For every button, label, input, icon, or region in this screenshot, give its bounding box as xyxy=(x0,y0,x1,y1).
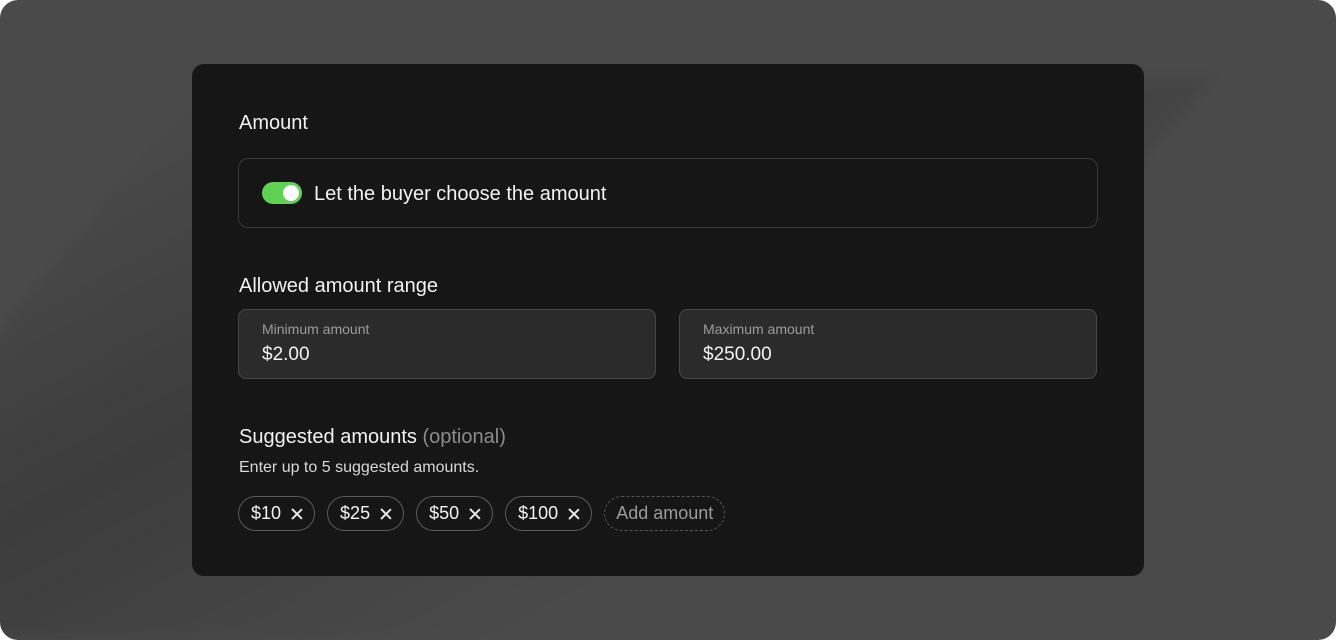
amount-chip: $100 xyxy=(505,496,593,531)
amount-chip: $10 xyxy=(238,496,316,531)
minimum-amount-value[interactable]: $2.00 xyxy=(262,344,310,366)
suggested-title-text: Suggested amounts xyxy=(239,426,417,448)
maximum-amount-label: Maximum amount xyxy=(703,321,815,337)
suggested-section-title: Suggested amounts (optional) xyxy=(239,425,506,449)
amount-chip: $50 xyxy=(416,496,494,531)
add-amount-button[interactable]: Add amount xyxy=(604,496,726,531)
minimum-amount-field[interactable]: Minimum amount $2.00 xyxy=(238,309,656,379)
close-icon[interactable] xyxy=(568,508,580,520)
amount-chip: $25 xyxy=(327,496,405,531)
buyer-choose-amount-option: Let the buyer choose the amount xyxy=(238,158,1098,228)
suggested-amount-chips: $10 $25 $50 $100 Add amount xyxy=(238,496,726,531)
amount-chip-label: $100 xyxy=(518,503,559,523)
toggle-knob xyxy=(283,185,299,201)
optional-label: (optional) xyxy=(422,426,506,448)
close-icon[interactable] xyxy=(291,508,303,520)
maximum-amount-field[interactable]: Maximum amount $250.00 xyxy=(679,309,1097,379)
suggested-helper-text: Enter up to 5 suggested amounts. xyxy=(239,459,480,476)
minimum-amount-label: Minimum amount xyxy=(262,321,370,337)
close-icon[interactable] xyxy=(380,508,392,520)
range-section-title: Allowed amount range xyxy=(239,275,439,297)
amount-section-title: Amount xyxy=(239,112,308,134)
backdrop: Amount Let the buyer choose the amount A… xyxy=(0,0,1336,640)
buyer-choose-amount-label: Let the buyer choose the amount xyxy=(314,183,607,205)
maximum-amount-value[interactable]: $250.00 xyxy=(703,344,772,366)
close-icon[interactable] xyxy=(469,508,481,520)
amount-chip-label: $25 xyxy=(340,503,371,523)
amount-chip-label: $50 xyxy=(429,503,460,523)
amount-settings-panel: Amount Let the buyer choose the amount A… xyxy=(192,64,1144,576)
buyer-choose-amount-toggle[interactable] xyxy=(262,182,302,204)
amount-chip-label: $10 xyxy=(251,503,282,523)
